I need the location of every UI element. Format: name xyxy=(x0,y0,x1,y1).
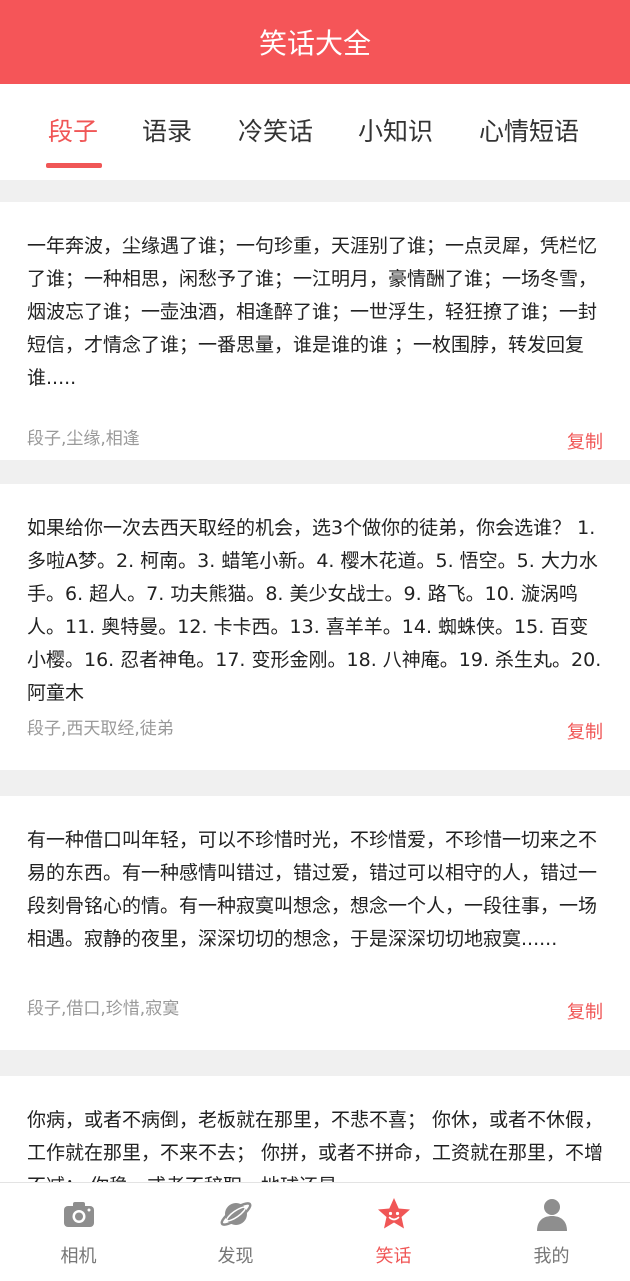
planet-icon xyxy=(220,1202,251,1226)
camera-icon xyxy=(63,1202,94,1227)
nav-label: 发现 xyxy=(217,1246,254,1267)
copy-button[interactable]: 复制 xyxy=(567,718,603,744)
nav-label: 我的 xyxy=(533,1246,570,1267)
post-feed[interactable]: 一年奔波，尘缘遇了谁；一句珍重，天涯别了谁；一点灵犀，凭栏忆了谁；一种相思，闲愁… xyxy=(0,180,630,1182)
tab-duanzi[interactable]: 段子 xyxy=(48,112,98,148)
post-text: 有一种借口叫年轻，可以不珍惜时光，不珍惜爱，不珍惜一切来之不易的东西。有一种感情… xyxy=(27,829,598,950)
post-card: 有一种借口叫年轻，可以不珍惜时光，不珍惜爱，不珍惜一切来之不易的东西。有一种感情… xyxy=(0,796,630,1050)
post-card: 一年奔波，尘缘遇了谁；一句珍重，天涯别了谁；一点灵犀，凭栏忆了谁；一种相思，闲愁… xyxy=(0,202,630,460)
nav-jokes[interactable]: 笑话 xyxy=(315,1183,472,1281)
nav-profile[interactable]: 我的 xyxy=(473,1183,630,1281)
post-tags: 段子,尘缘,相逢 xyxy=(27,429,140,449)
post-card: 你病，或者不病倒，老板就在那里，不悲不喜； 你休，或者不休假，工作就在那里，不来… xyxy=(0,1076,630,1182)
post-tags: 段子,借口,珍惜,寂寞 xyxy=(27,999,180,1019)
person-icon xyxy=(536,1199,567,1231)
app-header: 笑话大全 xyxy=(0,0,630,84)
tab-xinqingduanyu[interactable]: 心情短语 xyxy=(479,112,579,148)
nav-camera[interactable]: 相机 xyxy=(0,1183,157,1281)
post-text: 一年奔波，尘缘遇了谁；一句珍重，天涯别了谁；一点灵犀，凭栏忆了谁；一种相思，闲愁… xyxy=(27,235,598,389)
copy-button[interactable]: 复制 xyxy=(567,428,603,454)
nav-label: 笑话 xyxy=(375,1246,412,1267)
post-text: 你病，或者不病倒，老板就在那里，不悲不喜； 你休，或者不休假，工作就在那里，不来… xyxy=(27,1109,604,1182)
nav-label: 相机 xyxy=(60,1246,97,1267)
nav-discover[interactable]: 发现 xyxy=(157,1183,314,1281)
post-text: 如果给你一次去西天取经的机会，选3个做你的徒弟，你会选谁？ 1. 多啦A梦。2.… xyxy=(27,517,602,704)
post-card: 如果给你一次去西天取经的机会，选3个做你的徒弟，你会选谁？ 1. 多啦A梦。2.… xyxy=(0,484,630,770)
tab-xiaozhishi[interactable]: 小知识 xyxy=(358,112,433,148)
post-tags: 段子,西天取经,徒弟 xyxy=(27,719,174,739)
star-face-icon xyxy=(377,1198,410,1229)
copy-button[interactable]: 复制 xyxy=(567,998,603,1024)
active-tab-indicator xyxy=(46,163,102,168)
category-tabs: 段子 语录 冷笑话 小知识 心情短语 xyxy=(0,84,630,180)
page-title: 笑话大全 xyxy=(258,27,371,60)
tab-lengxiaohua[interactable]: 冷笑话 xyxy=(238,112,313,148)
tab-yulu[interactable]: 语录 xyxy=(142,112,192,148)
bottom-nav: 相机 发现 笑话 我的 xyxy=(0,1182,630,1281)
